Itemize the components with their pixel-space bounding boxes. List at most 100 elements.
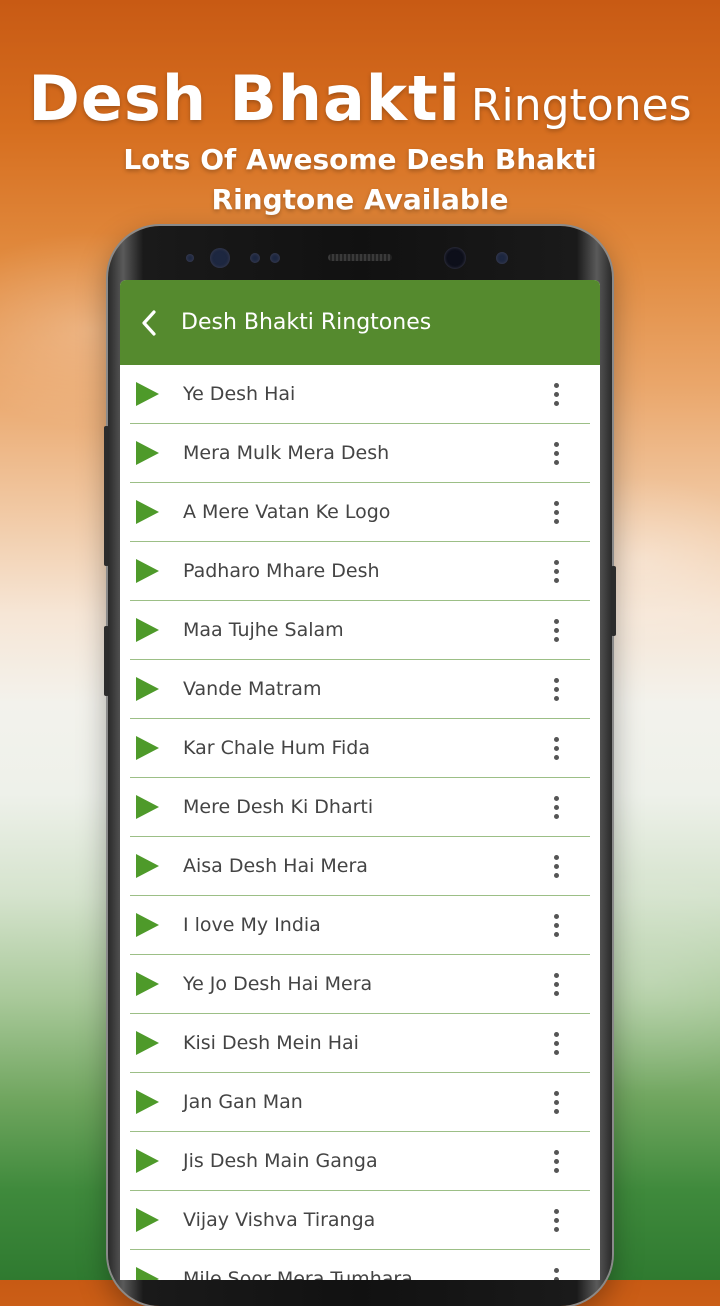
more-vertical-icon-dot — [553, 1108, 559, 1114]
more-vertical-icon-dot — [553, 1149, 559, 1155]
ringtone-row[interactable]: A Mere Vatan Ke Logo — [130, 483, 590, 542]
more-options-button[interactable] — [544, 674, 568, 704]
play-icon[interactable] — [136, 972, 159, 996]
app-bar: Desh Bhakti Ringtones — [120, 280, 600, 365]
more-vertical-icon-dot — [553, 922, 559, 928]
more-options-button[interactable] — [544, 1087, 568, 1117]
more-vertical-icon-dot — [553, 972, 559, 978]
more-options-button[interactable] — [544, 556, 568, 586]
more-vertical-icon-dot — [553, 813, 559, 819]
play-icon[interactable] — [136, 1149, 159, 1173]
sensor-dot — [496, 252, 508, 264]
ringtone-row[interactable]: Mile Soor Mera Tumhara — [130, 1250, 590, 1280]
promo-tagline: Lots Of Awesome Desh Bhakti Ringtone Ava… — [0, 140, 720, 220]
more-vertical-icon-dot — [553, 686, 559, 692]
ringtone-title: Maa Tujhe Salam — [183, 619, 344, 641]
ringtone-title: Padharo Mhare Desh — [183, 560, 380, 582]
iris-scanner — [210, 248, 230, 268]
play-icon[interactable] — [136, 500, 159, 524]
ringtone-row[interactable]: Kar Chale Hum Fida — [130, 719, 590, 778]
play-icon[interactable] — [136, 559, 159, 583]
more-vertical-icon-dot — [553, 990, 559, 996]
more-vertical-icon-dot — [553, 1276, 559, 1280]
more-vertical-icon-dot — [553, 745, 559, 751]
promo-title-bold: Desh Bhakti — [28, 62, 461, 135]
ringtone-title: Mera Mulk Mera Desh — [183, 442, 390, 464]
more-vertical-icon-dot — [553, 1049, 559, 1055]
more-vertical-icon-dot — [553, 568, 559, 574]
front-camera — [444, 247, 466, 269]
more-options-button[interactable] — [544, 792, 568, 822]
more-vertical-icon-dot — [553, 677, 559, 683]
more-vertical-icon-dot — [553, 1099, 559, 1105]
ringtone-row[interactable]: Vijay Vishva Tiranga — [130, 1191, 590, 1250]
more-vertical-icon-dot — [553, 441, 559, 447]
page-title: Desh Bhakti Ringtones — [181, 310, 432, 335]
more-vertical-icon-dot — [553, 872, 559, 878]
play-icon[interactable] — [136, 441, 159, 465]
more-options-button[interactable] — [544, 733, 568, 763]
more-options-button[interactable] — [544, 1264, 568, 1280]
ringtone-title: Jis Desh Main Ganga — [183, 1150, 378, 1172]
more-vertical-icon-dot — [553, 804, 559, 810]
more-options-button[interactable] — [544, 438, 568, 468]
promo-tagline-line2: Ringtone Available — [211, 183, 509, 216]
more-vertical-icon-dot — [553, 450, 559, 456]
play-icon[interactable] — [136, 1090, 159, 1114]
play-icon[interactable] — [136, 1267, 159, 1280]
more-vertical-icon-dot — [553, 618, 559, 624]
ringtone-row[interactable]: I love My India — [130, 896, 590, 955]
ringtone-title: Vijay Vishva Tiranga — [183, 1209, 376, 1231]
play-icon[interactable] — [136, 1031, 159, 1055]
more-options-button[interactable] — [544, 615, 568, 645]
more-options-button[interactable] — [544, 1205, 568, 1235]
ringtone-row[interactable]: Vande Matram — [130, 660, 590, 719]
more-vertical-icon-dot — [553, 1158, 559, 1164]
play-icon[interactable] — [136, 854, 159, 878]
ringtone-row[interactable]: Mera Mulk Mera Desh — [130, 424, 590, 483]
play-icon[interactable] — [136, 795, 159, 819]
more-options-button[interactable] — [544, 379, 568, 409]
ringtone-row[interactable]: Mere Desh Ki Dharti — [130, 778, 590, 837]
ringtone-row[interactable]: Ye Jo Desh Hai Mera — [130, 955, 590, 1014]
sensor-dot — [270, 253, 280, 263]
more-options-button[interactable] — [544, 1146, 568, 1176]
more-options-button[interactable] — [544, 851, 568, 881]
more-vertical-icon-dot — [553, 1090, 559, 1096]
ringtone-row[interactable]: Maa Tujhe Salam — [130, 601, 590, 660]
ringtone-row[interactable]: Jan Gan Man — [130, 1073, 590, 1132]
more-vertical-icon-dot — [553, 1040, 559, 1046]
more-vertical-icon-dot — [553, 1226, 559, 1232]
chevron-left-icon — [142, 309, 156, 336]
more-vertical-icon-dot — [553, 863, 559, 869]
play-icon[interactable] — [136, 618, 159, 642]
play-icon[interactable] — [136, 382, 159, 406]
more-options-button[interactable] — [544, 969, 568, 999]
phone-top-bezel — [108, 226, 612, 280]
back-button[interactable] — [120, 280, 178, 365]
promo-title-light: Ringtones — [470, 80, 692, 131]
ringtone-row[interactable]: Aisa Desh Hai Mera — [130, 837, 590, 896]
more-options-button[interactable] — [544, 910, 568, 940]
more-vertical-icon-dot — [553, 1208, 559, 1214]
play-icon[interactable] — [136, 1208, 159, 1232]
more-vertical-icon-dot — [553, 636, 559, 642]
ringtone-row[interactable]: Kisi Desh Mein Hai — [130, 1014, 590, 1073]
ringtone-row[interactable]: Ye Desh Hai — [130, 365, 590, 424]
ringtone-title: A Mere Vatan Ke Logo — [183, 501, 391, 523]
ringtone-row[interactable]: Padharo Mhare Desh — [130, 542, 590, 601]
play-icon[interactable] — [136, 913, 159, 937]
play-icon[interactable] — [136, 677, 159, 701]
more-options-button[interactable] — [544, 497, 568, 527]
play-icon[interactable] — [136, 736, 159, 760]
ringtone-title: Aisa Desh Hai Mera — [183, 855, 368, 877]
sensor-dot — [186, 254, 194, 262]
more-vertical-icon-dot — [553, 1167, 559, 1173]
app-screen: Desh Bhakti Ringtones Ye Desh Hai Mera Mu… — [120, 280, 600, 1280]
promo-tagline-line1: Lots Of Awesome Desh Bhakti — [123, 143, 597, 176]
more-vertical-icon-dot — [553, 577, 559, 583]
ringtone-list: Ye Desh Hai Mera Mulk Mera Desh A Mere Vat… — [120, 365, 600, 1280]
ringtone-title: Kar Chale Hum Fida — [183, 737, 370, 759]
ringtone-row[interactable]: Jis Desh Main Ganga — [130, 1132, 590, 1191]
more-options-button[interactable] — [544, 1028, 568, 1058]
